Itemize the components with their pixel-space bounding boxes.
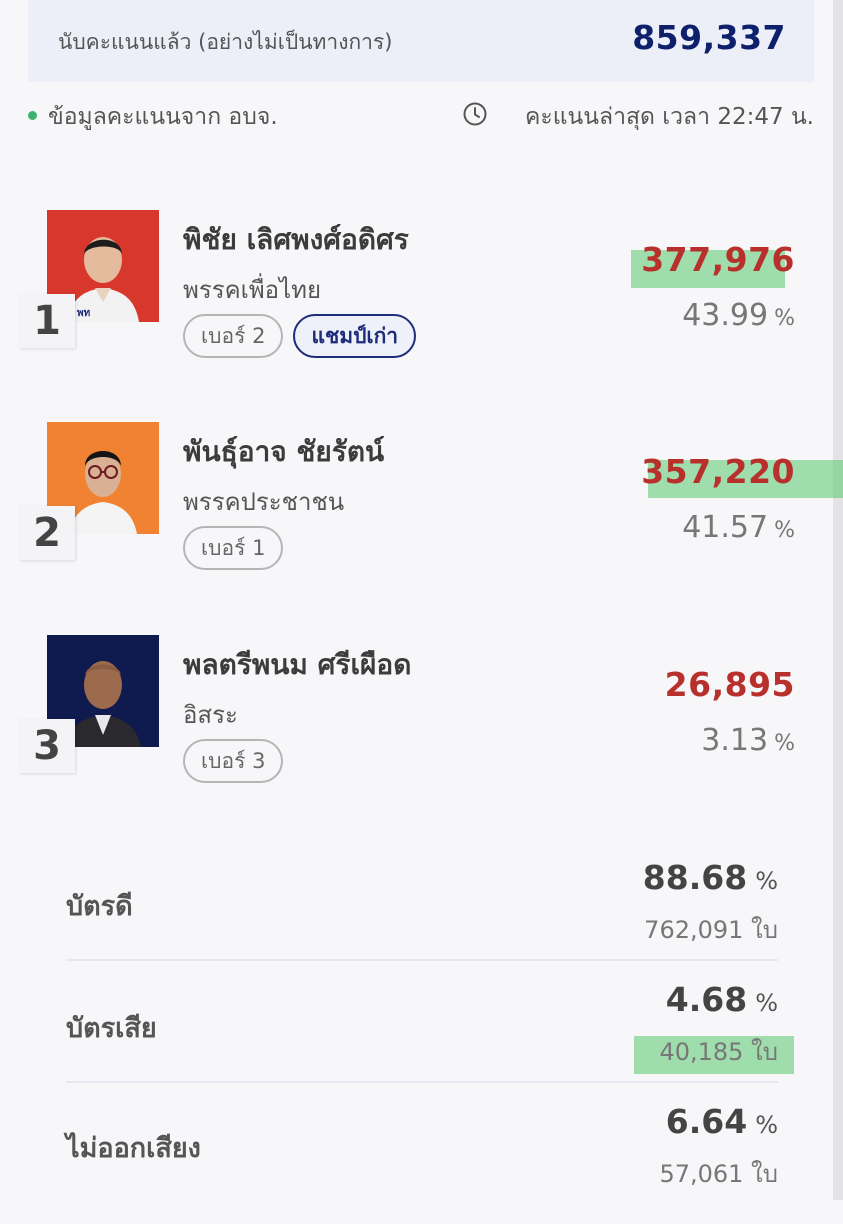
ballot-number-tag: เบอร์ 1	[183, 526, 284, 570]
percent-unit: %	[774, 306, 795, 331]
stat-count: 762,091 ใบ	[644, 916, 778, 944]
candidate-votes: 377,976	[641, 240, 795, 279]
candidate-name: พลตรีพนม ศรีเผือด	[183, 648, 412, 681]
candidate-percent: 3.13%	[701, 723, 795, 758]
percent-unit: %	[774, 731, 795, 756]
candidate-percent: 41.57%	[682, 510, 795, 545]
stat-percent: 6.64%	[666, 1102, 778, 1141]
stat-percent: 88.68%	[643, 858, 778, 897]
candidate-party: อิสระ	[183, 701, 238, 729]
stat-percent-value: 6.64	[665, 1102, 748, 1141]
counted-label: นับคะแนนแล้ว (อย่างไม่เป็นทางการ)	[58, 30, 393, 54]
rank-badge: 2	[19, 506, 75, 560]
candidate-party: พรรคเพื่อไทย	[183, 276, 322, 304]
rank-badge: 3	[19, 719, 75, 773]
ballot-stat-no-vote: ไม่ออกเสียง 6.64% 57,061 ใบ	[66, 1102, 778, 1224]
ballot-number-tag: เบอร์ 3	[183, 739, 284, 783]
stat-label: บัตรเสีย	[66, 1013, 157, 1044]
stat-label: บัตรดี	[66, 891, 133, 922]
ballot-stat-valid: บัตรดี 88.68% 762,091 ใบ	[66, 858, 778, 980]
stat-percent: 4.68%	[666, 980, 778, 1019]
candidate-row[interactable]: 2 พันธุ์อาจ ชัยรัตน์ พรรคประชาชน เบอร์ 1…	[0, 422, 843, 612]
stat-percent-unit: %	[755, 1111, 778, 1139]
divider	[66, 1081, 778, 1083]
candidate-percent: 43.99%	[682, 298, 795, 333]
stat-count: 57,061 ใบ	[659, 1160, 778, 1188]
percent-value: 43.99	[682, 298, 769, 333]
status-dot-icon	[28, 111, 37, 120]
ballot-stat-invalid: บัตรเสีย 4.68% 40,185 ใบ	[66, 980, 794, 1102]
divider	[66, 959, 778, 961]
candidate-tags: เบอร์ 1	[183, 526, 284, 570]
source-text: ข้อมูลคะแนนจาก อบจ.	[48, 104, 278, 130]
stat-count: 40,185 ใบ	[659, 1038, 778, 1066]
percent-value: 3.13	[701, 723, 769, 758]
candidate-party: พรรคประชาชน	[183, 488, 345, 516]
percent-value: 41.57	[682, 510, 769, 545]
source-row: ข้อมูลคะแนนจาก อบจ. คะแนนล่าสุด เวลา 22:…	[28, 98, 814, 132]
svg-text:พท: พท	[77, 308, 91, 319]
stat-percent-unit: %	[755, 867, 778, 895]
stat-percent-unit: %	[755, 989, 778, 1017]
candidate-tags: เบอร์ 2 แชมป์เก่า	[183, 314, 417, 358]
candidate-row[interactable]: พท 1 พิชัย เลิศพงศ์อดิศร พรรคเพื่อไทย เบ…	[0, 210, 843, 400]
candidate-name: พันธุ์อาจ ชัยรัตน์	[183, 435, 385, 468]
latest-update-text: คะแนนล่าสุด เวลา 22:47 น.	[524, 104, 814, 130]
incumbent-tag: แชมป์เก่า	[293, 314, 417, 358]
rank-badge: 1	[19, 294, 75, 348]
stat-percent-value: 88.68	[642, 858, 748, 897]
counted-value: 859,337	[632, 18, 786, 57]
clock-icon	[463, 102, 487, 126]
candidate-votes: 26,895	[664, 665, 795, 704]
percent-unit: %	[774, 518, 795, 543]
candidate-votes: 357,220	[641, 452, 795, 491]
stat-label: ไม่ออกเสียง	[66, 1133, 201, 1164]
ballot-number-tag: เบอร์ 2	[183, 314, 284, 358]
candidate-row[interactable]: 3 พลตรีพนม ศรีเผือด อิสระ เบอร์ 3 26,895…	[0, 635, 843, 825]
candidate-tags: เบอร์ 3	[183, 739, 284, 783]
candidate-name: พิชัย เลิศพงศ์อดิศร	[183, 223, 409, 256]
counted-summary: นับคะแนนแล้ว (อย่างไม่เป็นทางการ) 859,33…	[28, 0, 814, 82]
stat-percent-value: 4.68	[665, 980, 748, 1019]
